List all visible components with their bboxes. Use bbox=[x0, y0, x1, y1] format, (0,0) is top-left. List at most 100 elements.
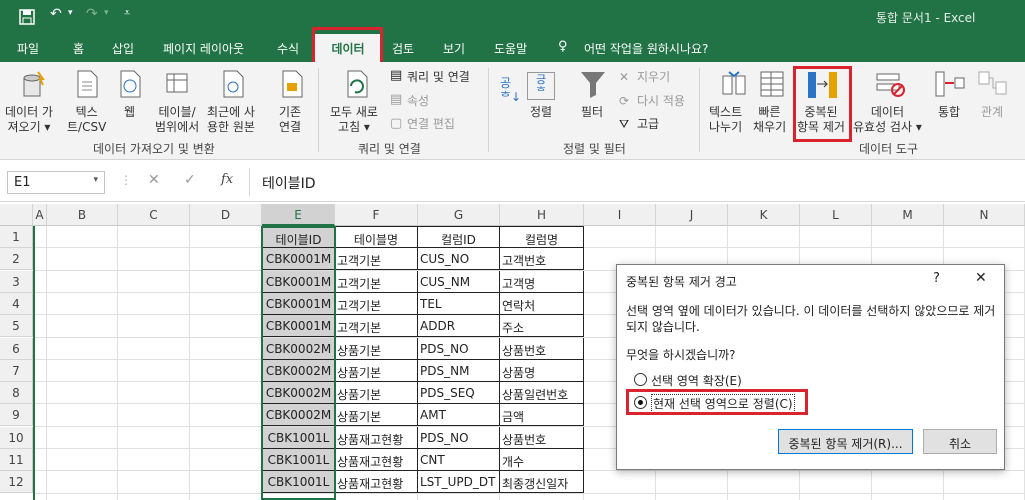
data-validation-button[interactable]: 데이터 유효성 검사 ▾ bbox=[853, 105, 922, 135]
table-header-cell[interactable]: 컬럼ID bbox=[418, 226, 500, 248]
table-cell[interactable]: 상품명 bbox=[500, 359, 584, 382]
expand-selection-radio[interactable] bbox=[634, 373, 647, 386]
sort-button[interactable]: 정렬 bbox=[530, 105, 552, 120]
column-header-m[interactable]: M bbox=[872, 204, 944, 226]
table-cell[interactable]: 상품기본 bbox=[335, 404, 418, 427]
expand-selection-label[interactable]: 선택 영역 확장(E) bbox=[651, 372, 742, 389]
table-header-cell[interactable]: 테이블명 bbox=[335, 226, 418, 248]
tab-insert[interactable]: 삽입 bbox=[112, 40, 134, 57]
refresh-all-button[interactable]: 모두 새로 고침 ▾ bbox=[330, 105, 378, 135]
filter-button[interactable]: 필터 bbox=[581, 105, 603, 120]
row-header-8[interactable]: 8 bbox=[0, 382, 33, 405]
row-header-4[interactable]: 4 bbox=[0, 292, 33, 315]
table-cell[interactable]: PDS_NM bbox=[418, 359, 500, 382]
table-cell[interactable]: 상품번호 bbox=[500, 426, 584, 449]
table-cell[interactable]: CBK0002M bbox=[262, 337, 335, 360]
get-data-button[interactable]: 데이터 가 져오기 ▾ bbox=[5, 105, 53, 135]
text-to-columns-button[interactable]: 텍스트 나누기 bbox=[709, 105, 742, 135]
table-cell[interactable]: PDS_NO bbox=[418, 337, 500, 360]
column-header-h[interactable]: H bbox=[500, 204, 584, 226]
row-header-5[interactable]: 5 bbox=[0, 315, 33, 338]
insert-function-icon[interactable]: fx bbox=[221, 172, 233, 187]
table-cell[interactable]: CBK0002M bbox=[262, 359, 335, 382]
tell-me-search[interactable]: 어떤 작업을 원하시나요? bbox=[584, 40, 708, 57]
table-cell[interactable]: 고객기본 bbox=[335, 248, 418, 271]
row-header-9[interactable]: 9 bbox=[0, 404, 33, 427]
advanced-button[interactable]: 고급 bbox=[637, 117, 659, 132]
table-cell[interactable]: CBK0001M bbox=[262, 292, 335, 315]
text-csv-button[interactable]: 텍스 트/CSV bbox=[67, 105, 106, 135]
table-cell[interactable]: PDS_SEQ bbox=[418, 382, 500, 405]
tab-home[interactable]: 홈 bbox=[73, 40, 84, 57]
row-header-7[interactable]: 7 bbox=[0, 359, 33, 382]
existing-connections-button[interactable]: 기존 연결 bbox=[279, 105, 301, 135]
table-cell[interactable]: 상품재고현황 bbox=[335, 426, 418, 449]
remove-duplicates-confirm-button[interactable]: 중복된 항목 제거(R)... bbox=[778, 429, 913, 454]
flash-fill-button[interactable]: 빠른 채우기 bbox=[753, 105, 786, 135]
column-header-l[interactable]: L bbox=[800, 204, 872, 226]
table-header-cell[interactable]: 컬럼명 bbox=[500, 226, 584, 248]
table-cell[interactable]: 상품재고현황 bbox=[335, 449, 418, 471]
table-cell[interactable]: 금액 bbox=[500, 404, 584, 427]
table-cell[interactable]: 상품기본 bbox=[335, 382, 418, 405]
table-cell[interactable]: CBK0001M bbox=[262, 315, 335, 338]
drag-handle-icon[interactable]: ⋮ bbox=[120, 173, 132, 187]
table-cell[interactable]: 연락처 bbox=[500, 292, 584, 315]
table-cell[interactable]: AMT bbox=[418, 404, 500, 427]
column-header-i[interactable]: I bbox=[584, 204, 656, 226]
chevron-down-icon[interactable]: ▾ bbox=[93, 175, 98, 185]
queries-connections-button[interactable]: 쿼리 및 연결 bbox=[407, 70, 470, 85]
tab-help[interactable]: 도움말 bbox=[494, 40, 527, 57]
table-cell[interactable]: CUS_NM bbox=[418, 270, 500, 293]
table-cell[interactable]: 주소 bbox=[500, 315, 584, 338]
row-header-6[interactable]: 6 bbox=[0, 337, 33, 360]
tab-review[interactable]: 검토 bbox=[392, 40, 414, 57]
column-header-n[interactable]: N bbox=[944, 204, 1025, 226]
column-header-c[interactable]: C bbox=[118, 204, 190, 226]
help-icon[interactable]: ? bbox=[933, 271, 940, 286]
tab-page-layout[interactable]: 페이지 레이아웃 bbox=[163, 40, 244, 57]
consolidate-button[interactable]: 통합 bbox=[938, 105, 960, 120]
table-cell[interactable]: CBK1001L bbox=[262, 449, 335, 471]
close-icon[interactable]: ✕ bbox=[975, 270, 987, 286]
table-cell[interactable]: 고객명 bbox=[500, 270, 584, 293]
tab-view[interactable]: 보기 bbox=[443, 40, 465, 57]
table-cell[interactable]: 상품재고현황 bbox=[335, 471, 418, 494]
table-cell[interactable]: 상품기본 bbox=[335, 359, 418, 382]
column-header-j[interactable]: J bbox=[656, 204, 728, 226]
column-header-f[interactable]: F bbox=[335, 204, 418, 226]
table-cell[interactable]: CBK0002M bbox=[262, 404, 335, 427]
table-cell[interactable]: TEL bbox=[418, 292, 500, 315]
row-header-10[interactable]: 10 bbox=[0, 426, 33, 449]
row-header-3[interactable]: 3 bbox=[0, 270, 33, 293]
table-cell[interactable]: 최종갱신일자 bbox=[500, 471, 584, 494]
table-cell[interactable]: CBK0001M bbox=[262, 248, 335, 271]
tab-file[interactable]: 파일 bbox=[17, 40, 39, 57]
row-header-11[interactable]: 11 bbox=[0, 449, 33, 471]
column-header-d[interactable]: D bbox=[190, 204, 262, 226]
column-header-e[interactable]: E bbox=[262, 204, 335, 226]
table-cell[interactable]: 개수 bbox=[500, 449, 584, 471]
table-cell[interactable]: CNT bbox=[418, 449, 500, 471]
column-header-k[interactable]: K bbox=[728, 204, 800, 226]
row-header-1[interactable]: 1 bbox=[0, 226, 33, 248]
name-box[interactable]: E1 ▾ bbox=[7, 171, 105, 194]
table-cell[interactable]: 고객기본 bbox=[335, 270, 418, 293]
table-cell[interactable]: PDS_NO bbox=[418, 426, 500, 449]
select-all-corner[interactable] bbox=[0, 204, 33, 226]
table-cell[interactable]: 상품기본 bbox=[335, 337, 418, 360]
customize-toolbar-icon[interactable]: ⩡ bbox=[124, 6, 130, 20]
row-header-2[interactable]: 2 bbox=[0, 248, 33, 271]
table-header-cell[interactable]: 테이블ID bbox=[262, 226, 335, 248]
table-cell[interactable]: CBK0001M bbox=[262, 270, 335, 293]
row-header-12[interactable]: 12 bbox=[0, 471, 33, 494]
table-cell[interactable]: CBK1001L bbox=[262, 471, 335, 494]
table-cell[interactable]: 고객기본 bbox=[335, 315, 418, 338]
table-cell[interactable]: 고객번호 bbox=[500, 248, 584, 271]
column-header-a[interactable]: A bbox=[33, 204, 47, 226]
undo-icon[interactable]: ↶ bbox=[50, 6, 62, 22]
sort-az-icon[interactable]: 공 ᄒ↓ bbox=[500, 76, 521, 104]
recent-sources-button[interactable]: 최근에 사 용한 원본 bbox=[207, 105, 255, 135]
web-button[interactable]: 웹 bbox=[124, 105, 135, 120]
tab-formulas[interactable]: 수식 bbox=[277, 40, 299, 57]
